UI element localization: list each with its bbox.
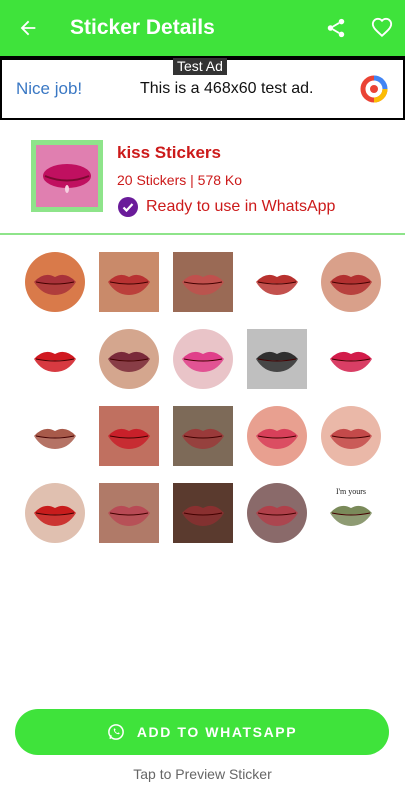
sticker-image	[321, 251, 381, 312]
arrow-back-icon	[20, 20, 36, 36]
sticker-image	[173, 328, 233, 389]
sticker-image	[99, 482, 159, 543]
sticker-item[interactable]	[18, 474, 92, 551]
sticker-item[interactable]	[240, 320, 314, 397]
sticker-image	[99, 328, 159, 389]
favorite-button[interactable]	[359, 0, 405, 56]
sticker-image	[247, 405, 307, 466]
sticker-image	[330, 351, 372, 372]
whatsapp-icon	[107, 724, 124, 740]
add-to-whatsapp-button[interactable]: ADD TO WHATSAPP	[15, 709, 389, 755]
sticker-image	[99, 251, 159, 312]
pack-name: kiss Stickers	[117, 143, 221, 162]
ad-logo-icon	[360, 75, 388, 103]
sticker-item[interactable]	[314, 320, 388, 397]
sticker-image	[25, 251, 85, 312]
share-icon	[327, 18, 345, 38]
sticker-item[interactable]	[240, 243, 314, 320]
sticker-item[interactable]	[166, 243, 240, 320]
sticker-item[interactable]	[314, 397, 388, 474]
check-circle-icon	[118, 197, 138, 217]
pack-tray-icon	[36, 145, 98, 207]
sticker-item[interactable]	[240, 397, 314, 474]
sticker-item[interactable]	[240, 474, 314, 551]
add-to-whatsapp-label: ADD TO WHATSAPP	[136, 724, 298, 740]
sticker-item[interactable]: I'm yours	[314, 474, 388, 551]
sticker-item[interactable]	[166, 397, 240, 474]
sticker-image	[34, 428, 76, 449]
ad-label: Test Ad	[173, 58, 227, 75]
page-title: Sticker Details	[70, 16, 215, 39]
sticker-item[interactable]	[92, 474, 166, 551]
back-button[interactable]	[0, 0, 56, 56]
sticker-caption: I'm yours	[336, 487, 366, 496]
sticker-item[interactable]	[166, 320, 240, 397]
sticker-item[interactable]	[92, 243, 166, 320]
pack-meta: 20 Stickers | 578 Ko	[117, 172, 243, 188]
sticker-image: I'm yours	[330, 487, 372, 526]
ready-status-text: Ready to use in WhatsApp	[146, 198, 336, 215]
sticker-image	[25, 482, 85, 543]
sticker-image	[173, 405, 233, 466]
sticker-image	[34, 351, 76, 372]
sticker-item[interactable]	[92, 320, 166, 397]
sticker-image	[247, 482, 307, 543]
sticker-item[interactable]	[92, 397, 166, 474]
preview-hint: Tap to Preview Sticker	[133, 766, 272, 782]
sticker-item[interactable]	[18, 397, 92, 474]
sticker-image	[256, 274, 298, 295]
ad-headline: Nice job!	[16, 79, 83, 98]
sticker-image	[173, 482, 233, 543]
pack-thumbnail	[31, 140, 103, 212]
sticker-grid: I'm yours	[18, 243, 388, 551]
ready-status: Ready to use in WhatsApp	[118, 197, 335, 217]
app-bar: Sticker Details	[0, 0, 405, 56]
sticker-item[interactable]	[166, 474, 240, 551]
sticker-item[interactable]	[314, 243, 388, 320]
sticker-image	[247, 328, 307, 389]
sticker-image	[321, 405, 381, 466]
sticker-image	[99, 405, 159, 466]
heart-outline-icon	[371, 17, 393, 38]
sticker-item[interactable]	[18, 243, 92, 320]
pack-info: kiss Stickers 20 Stickers | 578 Ko Ready…	[0, 120, 405, 235]
share-button[interactable]	[313, 0, 359, 56]
ad-message: This is a 468x60 test ad.	[140, 80, 314, 97]
sticker-image	[173, 251, 233, 312]
sticker-item[interactable]	[18, 320, 92, 397]
